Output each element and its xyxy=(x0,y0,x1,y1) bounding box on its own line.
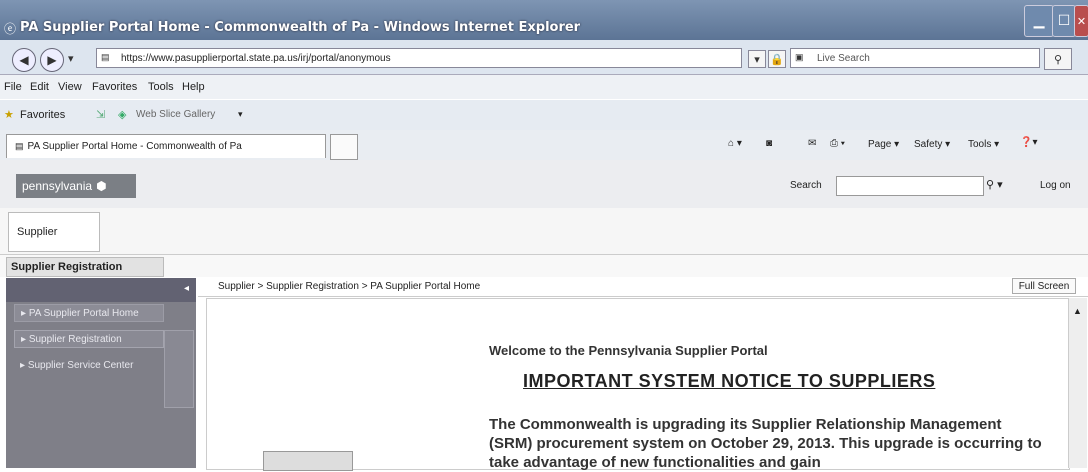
nav-item-supplier-registration[interactable]: ▸ Supplier Registration xyxy=(14,330,164,348)
live-search-logo-icon: ▣ xyxy=(795,52,804,62)
nav-item-label: ▸ Supplier Registration xyxy=(21,333,122,345)
forward-button[interactable]: ▶ xyxy=(40,48,64,72)
refresh-stop-group xyxy=(696,48,736,68)
live-search-field[interactable]: ▣ Live Search xyxy=(790,48,1040,68)
home-icon[interactable]: ⌂ ▾ xyxy=(728,138,742,149)
window-title: PA Supplier Portal Home - Commonwealth o… xyxy=(20,20,581,35)
nav-panel-divider xyxy=(164,330,194,408)
menu-help[interactable]: Help xyxy=(182,81,205,93)
tab-supplier-registration-label: Supplier Registration xyxy=(11,261,123,273)
tab-supplier-label: Supplier xyxy=(17,226,58,238)
history-dropdown-icon[interactable]: ▾ xyxy=(68,52,74,65)
nav-item-pa-supplier-portal-home[interactable]: ▸ PA Supplier Portal Home xyxy=(14,304,164,322)
tab-title: PA Supplier Portal Home - Commonwealth o… xyxy=(27,141,242,152)
address-toolbar: ◀ ▶ ▾ ▤ https://www.pasupplierportal.sta… xyxy=(0,40,1088,75)
nav-panel-header: ◂ xyxy=(6,278,196,302)
nav-item-supplier-service-center[interactable]: ▸ Supplier Service Center xyxy=(14,356,164,374)
keystone-icon: ⬢ xyxy=(96,179,107,193)
portal-search-input[interactable] xyxy=(836,176,984,196)
portal-search-icon[interactable]: ⚲ ▾ xyxy=(986,178,1003,191)
breadcrumb[interactable]: Supplier > Supplier Registration > PA Su… xyxy=(218,281,480,292)
full-screen-label: Full Screen xyxy=(1018,280,1070,292)
nav-item-label: ▸ Supplier Service Center xyxy=(20,359,134,371)
address-dropdown-icon[interactable]: ▾ xyxy=(748,50,766,68)
log-on-link[interactable]: Log on xyxy=(1040,180,1071,191)
page-menu[interactable]: Page ▾ xyxy=(868,139,899,150)
maximize-button[interactable]: ☐ xyxy=(1052,5,1076,37)
favorites-star-icon: ★ xyxy=(4,109,14,121)
web-slice-gallery-link[interactable]: Web Slice Gallery xyxy=(136,109,215,120)
window-title-bar: ⓔ PA Supplier Portal Home - Commonwealth… xyxy=(0,0,1088,40)
content-image xyxy=(263,451,353,471)
breadcrumb-bar: Supplier > Supplier Registration > PA Su… xyxy=(198,278,1088,297)
tab-supplier[interactable]: Supplier xyxy=(8,212,100,252)
second-level-nav: Supplier Registration xyxy=(0,255,1088,277)
menu-edit[interactable]: Edit xyxy=(30,81,49,93)
notice-paragraph: The Commonwealth is upgrading its Suppli… xyxy=(489,416,1042,471)
minimize-button[interactable]: ▁ xyxy=(1024,5,1054,37)
tab-page-icon: ▤ xyxy=(15,141,24,151)
favorites-bar: ★ Favorites ⇲ ◈ Web Slice Gallery ▾ xyxy=(0,100,1088,131)
safety-menu-label: Safety xyxy=(914,139,943,150)
page-icon: ▤ xyxy=(101,52,110,62)
menu-view[interactable]: View xyxy=(58,81,82,93)
favorites-button[interactable]: Favorites xyxy=(20,109,65,121)
mail-icon[interactable]: ✉ xyxy=(808,138,816,149)
scroll-up-icon[interactable]: ▲ xyxy=(1073,306,1082,316)
tab-active[interactable]: ▤ PA Supplier Portal Home - Commonwealth… xyxy=(6,134,326,158)
live-search-placeholder: Live Search xyxy=(817,52,870,64)
close-icon: ✕ xyxy=(1076,14,1087,28)
menu-bar: File Edit View Favorites Tools Help xyxy=(0,75,1088,99)
nav-item-label: ▸ PA Supplier Portal Home xyxy=(21,307,139,319)
add-favorite-icon[interactable]: ⇲ xyxy=(96,108,105,121)
maximize-icon: ☐ xyxy=(1057,13,1071,29)
feeds-icon[interactable]: ◙ xyxy=(766,138,772,149)
menu-tools[interactable]: Tools xyxy=(148,81,174,93)
safety-menu[interactable]: Safety ▾ xyxy=(914,139,950,150)
back-button[interactable]: ◀ xyxy=(12,48,36,72)
forward-arrow-icon: ▶ xyxy=(47,53,57,67)
portal-header: pennsylvania ⬢ Search ⚲ ▾ Log on xyxy=(0,160,1088,209)
search-icon[interactable]: ⚲ xyxy=(1044,48,1072,70)
portal-search-label: Search xyxy=(790,180,822,191)
menu-file[interactable]: File xyxy=(4,81,22,93)
tab-bar: ▤ PA Supplier Portal Home - Commonwealth… xyxy=(0,130,1088,161)
left-navigation-panel: ◂ ▸ PA Supplier Portal Home ▸ Supplier R… xyxy=(6,278,196,468)
address-url: https://www.pasupplierportal.state.pa.us… xyxy=(121,52,391,64)
tab-supplier-registration[interactable]: Supplier Registration xyxy=(6,257,164,277)
vertical-scrollbar[interactable]: ▲ xyxy=(1068,298,1087,468)
collapse-panel-icon[interactable]: ◂ xyxy=(184,283,189,294)
pennsylvania-logo[interactable]: pennsylvania ⬢ xyxy=(16,174,136,198)
top-level-nav: Supplier xyxy=(0,208,1088,255)
close-button[interactable]: ✕ xyxy=(1074,5,1088,37)
tools-menu-label: Tools xyxy=(968,139,992,150)
minimize-icon: ▁ xyxy=(1033,13,1045,29)
tools-menu[interactable]: Tools ▾ xyxy=(968,139,999,150)
notice-title: IMPORTANT SYSTEM NOTICE TO SUPPLIERS xyxy=(523,371,936,391)
menu-favorites[interactable]: Favorites xyxy=(92,81,137,93)
full-screen-button[interactable]: Full Screen xyxy=(1012,278,1076,294)
logo-text: pennsylvania xyxy=(22,179,93,193)
lock-icon[interactable]: 🔒 xyxy=(768,50,786,68)
page-menu-label: Page xyxy=(868,139,892,150)
web-slice-icon: ◈ xyxy=(118,109,127,121)
ie-logo-icon: ⓔ xyxy=(4,22,17,36)
print-icon[interactable]: ⎙ ▾ xyxy=(830,138,845,149)
welcome-heading: Welcome to the Pennsylvania Supplier Por… xyxy=(489,343,768,358)
content-iframe: Welcome to the Pennsylvania Supplier Por… xyxy=(206,298,1070,471)
web-slice-dropdown-icon[interactable]: ▾ xyxy=(238,109,243,120)
back-arrow-icon: ◀ xyxy=(19,53,29,67)
help-icon[interactable]: ❓▾ xyxy=(1020,137,1037,148)
new-tab-button[interactable] xyxy=(330,134,358,160)
address-field[interactable]: ▤ https://www.pasupplierportal.state.pa.… xyxy=(96,48,742,68)
